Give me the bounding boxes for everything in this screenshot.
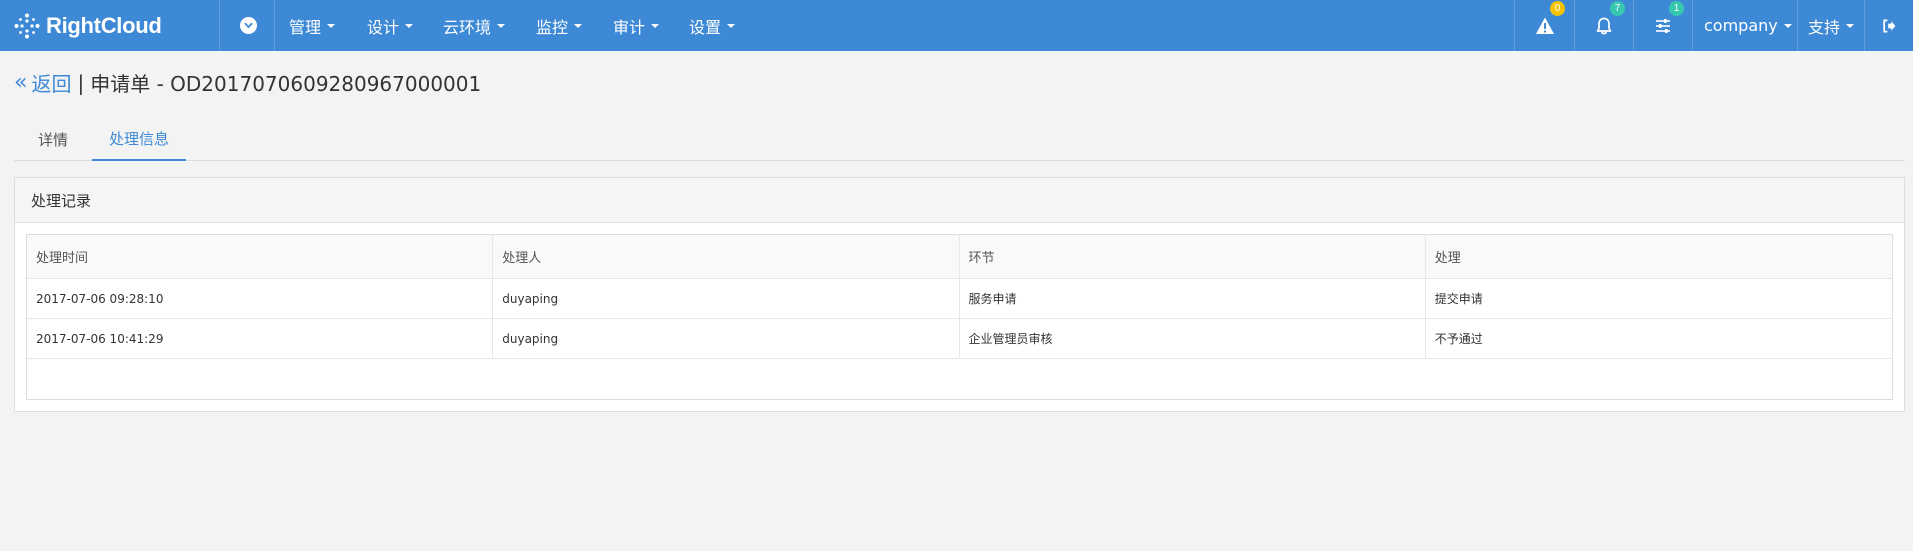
tab-label: 处理信息 <box>108 130 169 148</box>
notifications-button[interactable]: 7 <box>1575 0 1633 51</box>
warning-icon <box>1535 17 1554 34</box>
support-label: 支持 <box>1808 17 1841 37</box>
nav-menu-label: 审计 <box>613 17 646 37</box>
nav-menu-label: 设计 <box>367 17 400 37</box>
column-header-handler[interactable]: 处理人 <box>493 235 960 278</box>
top-navbar: RightCloud 管理 设计 云环境 监控 审计 设置 0 7 1 comp… <box>0 0 1913 51</box>
nav-divider <box>1692 0 1693 51</box>
cell-action: 提交申请 <box>1434 292 1483 306</box>
caret-down-icon <box>1846 23 1855 28</box>
page-title: « 返回 | 申请单 - OD2017070609280967000001 <box>14 68 481 97</box>
chevron-down-icon[interactable] <box>240 17 257 34</box>
tab-details[interactable]: 详情 <box>14 118 92 161</box>
column-header-time[interactable]: 处理时间 <box>27 235 494 278</box>
alerts-button[interactable]: 0 <box>1515 0 1574 51</box>
nav-menu-label: 云环境 <box>443 17 492 37</box>
processing-records-panel: 处理记录 处理时间 处理人 环节 处理 2017-07-06 09:28:10 … <box>14 177 1905 412</box>
back-link[interactable]: « 返回 <box>14 68 71 97</box>
preferences-button[interactable]: 1 <box>1634 0 1692 51</box>
cell-stage: 企业管理员审核 <box>960 319 1426 358</box>
logout-button[interactable] <box>1865 0 1913 51</box>
caret-down-icon <box>327 23 336 28</box>
nav-divider <box>219 0 220 51</box>
bell-icon <box>1596 17 1612 34</box>
double-chevron-left-icon: « <box>14 69 28 95</box>
cell-action: 不予通过 <box>1434 332 1483 346</box>
nav-menu-label: 管理 <box>289 17 322 37</box>
nav-menu-design[interactable]: 设计 <box>367 0 414 51</box>
tab-processing-info[interactable]: 处理信息 <box>92 118 186 161</box>
caret-down-icon <box>1783 23 1792 28</box>
caret-down-icon <box>497 23 506 28</box>
sign-out-icon <box>1883 19 1896 32</box>
column-header-stage[interactable]: 环节 <box>960 235 1426 278</box>
company-label: company <box>1704 16 1778 35</box>
caret-down-icon <box>727 23 736 28</box>
support-dropdown[interactable]: 支持 <box>1808 0 1855 51</box>
nav-menu-label: 设置 <box>689 17 722 37</box>
column-header-action[interactable]: 处理 <box>1426 235 1892 278</box>
panel-title: 处理记录 <box>31 191 92 210</box>
rightcloud-logo-icon <box>14 13 40 38</box>
caret-down-icon <box>405 23 414 28</box>
cell-time: 2017-07-06 10:41:29 <box>27 319 494 358</box>
tab-bar: 详情 处理信息 <box>14 118 1905 161</box>
notifications-count-badge: 7 <box>1610 1 1625 16</box>
table-row: 2017-07-06 09:28:10 duyaping 服务申请 提交申请 <box>27 279 1892 319</box>
nav-menu-label: 监控 <box>536 17 569 37</box>
caret-down-icon <box>574 23 583 28</box>
brand-name: RightCloud <box>46 12 162 38</box>
alerts-count-badge: 0 <box>1550 1 1565 16</box>
back-label: 返回 <box>31 72 72 96</box>
table-header-row: 处理时间 处理人 环节 处理 <box>27 235 1892 279</box>
records-table: 处理时间 处理人 环节 处理 2017-07-06 09:28:10 duyap… <box>26 234 1893 400</box>
nav-divider <box>274 0 275 51</box>
tab-label: 详情 <box>37 131 68 149</box>
caret-down-icon <box>651 23 660 28</box>
cell-handler: duyaping <box>493 319 960 358</box>
nav-menu-cloud-env[interactable]: 云环境 <box>443 0 506 51</box>
cell-time: 2017-07-06 09:28:10 <box>27 279 494 318</box>
nav-menu-monitor[interactable]: 监控 <box>536 0 583 51</box>
nav-menu-settings[interactable]: 设置 <box>689 0 736 51</box>
brand-logo[interactable]: RightCloud <box>14 0 162 51</box>
title-separator: | <box>77 70 85 95</box>
order-title: 申请单 - OD2017070609280967000001 <box>90 72 482 96</box>
nav-menu-manage[interactable]: 管理 <box>289 0 336 51</box>
company-dropdown[interactable]: company <box>1704 0 1792 51</box>
nav-menu-audit[interactable]: 审计 <box>613 0 660 51</box>
panel-heading: 处理记录 <box>15 178 1904 223</box>
preferences-count-badge: 1 <box>1669 1 1684 16</box>
cell-stage: 服务申请 <box>960 279 1426 318</box>
nav-divider <box>1797 0 1798 51</box>
table-row: 2017-07-06 10:41:29 duyaping 企业管理员审核 不予通… <box>27 319 1892 359</box>
sliders-icon <box>1656 18 1670 33</box>
cell-handler: duyaping <box>493 279 960 318</box>
